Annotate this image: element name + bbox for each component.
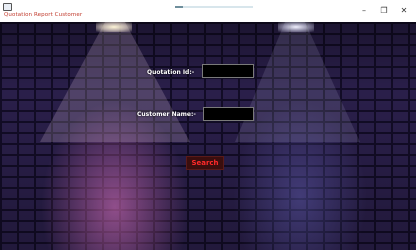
window-title: Quotation Report Customer	[4, 12, 83, 18]
maximize-button[interactable]: ❐	[374, 4, 394, 16]
window-controls: – ❐ ✕	[354, 4, 414, 16]
customer-name-input[interactable]	[203, 107, 254, 121]
spotlight-lamp-right	[278, 22, 314, 32]
title-bar: Quotation Report Customer – ❐ ✕	[0, 0, 416, 22]
quotation-id-label: Quotation Id:-	[147, 69, 195, 76]
quotation-id-input[interactable]	[202, 64, 254, 78]
form-canvas: Quotation Id:- Customer Name:- Search	[0, 22, 416, 250]
title-progress-bar	[175, 6, 253, 8]
title-progress-fill	[175, 6, 183, 8]
spotlight-lamp-left	[96, 22, 132, 32]
minimize-button[interactable]: –	[354, 4, 374, 16]
app-icon	[3, 3, 12, 11]
search-button[interactable]: Search	[186, 156, 224, 170]
customer-name-label: Customer Name:-	[137, 111, 196, 118]
close-button[interactable]: ✕	[394, 4, 414, 16]
